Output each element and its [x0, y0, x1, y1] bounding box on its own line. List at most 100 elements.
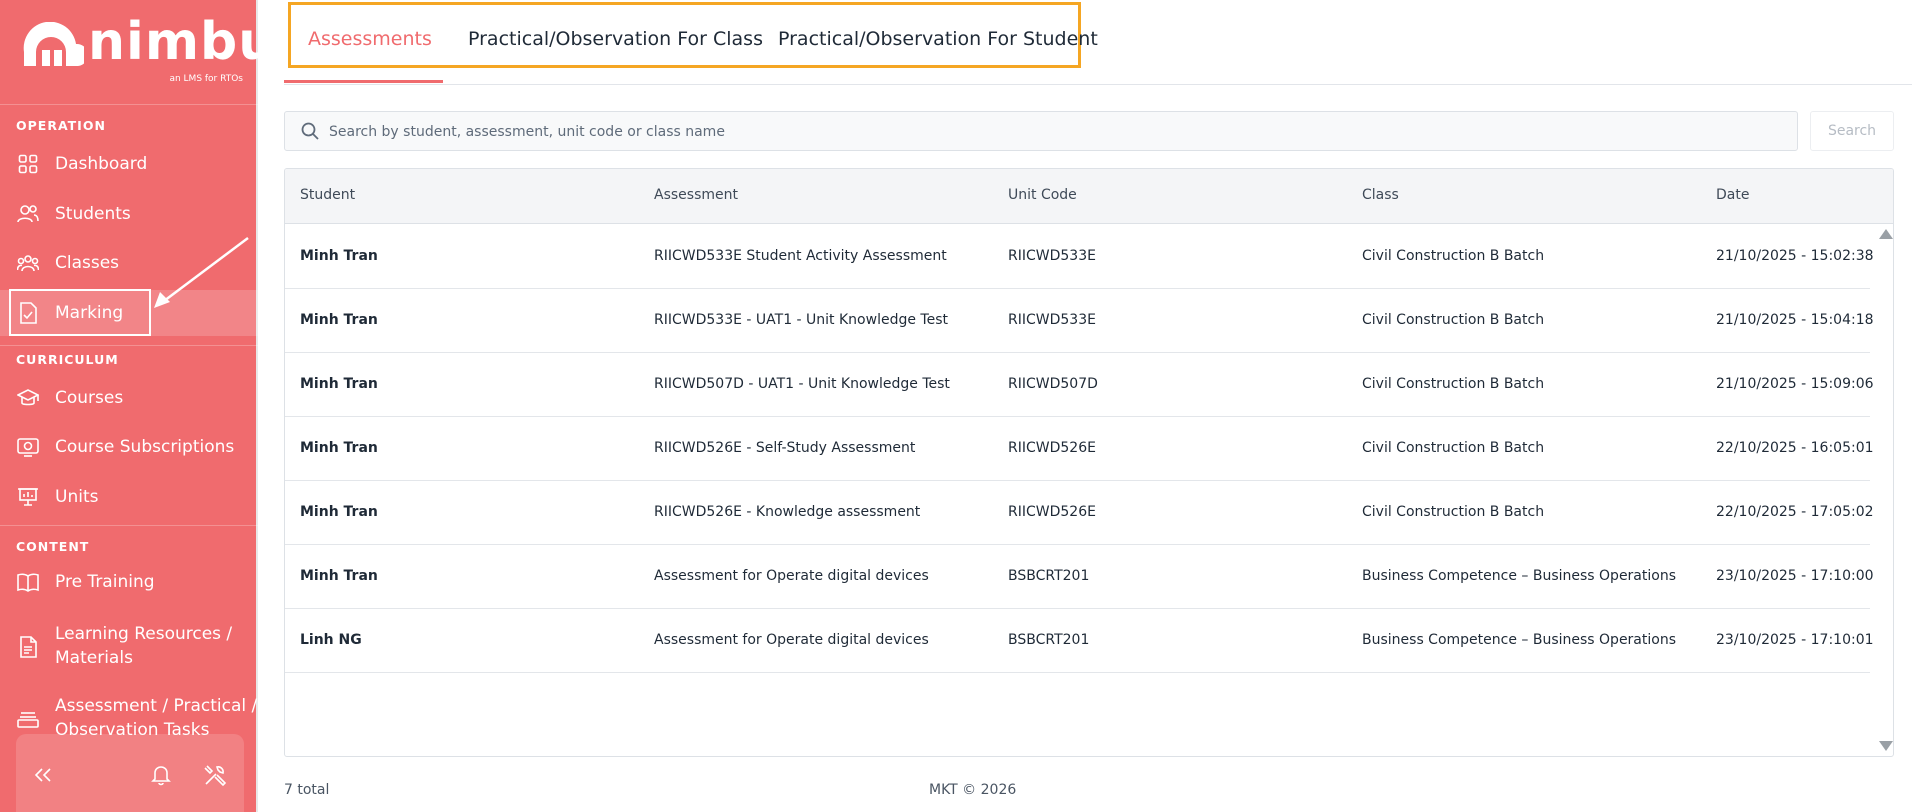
- cell-assessment: RIICWD526E - Knowledge assessment: [654, 504, 921, 520]
- users-icon: [17, 203, 39, 225]
- sidebar-item-dashboard[interactable]: Dashboard: [0, 141, 258, 187]
- cell-date: 21/10/2025 - 15:09:06: [1716, 376, 1874, 392]
- sidebar-item-label: Courses: [55, 388, 124, 408]
- cell-unit-code: RIICWD533E: [1008, 312, 1096, 328]
- table-row[interactable]: Minh Tran RIICWD533E - UAT1 - Unit Knowl…: [285, 289, 1874, 353]
- sidebar-item-label: Course Subscriptions: [55, 437, 235, 457]
- tab-assessments[interactable]: Assessments: [308, 28, 432, 50]
- sidebar-bottom-bar: [16, 734, 244, 812]
- main-content: Assessments Practical/Observation For Cl…: [260, 0, 1912, 812]
- grid-icon: [17, 153, 39, 175]
- cell-student: Linh NG: [300, 632, 362, 648]
- sidebar-item-pre-training[interactable]: Pre Training: [0, 559, 258, 605]
- scroll-down-arrow-icon[interactable]: [1879, 741, 1893, 751]
- cell-class: Civil Construction B Batch: [1362, 504, 1545, 520]
- collapse-icon[interactable]: [30, 762, 56, 788]
- brand-name: nimbu: [88, 12, 277, 72]
- sidebar-item-course-subscriptions[interactable]: Course Subscriptions: [0, 424, 258, 470]
- cell-class: Civil Construction B Batch: [1362, 376, 1545, 392]
- nimbu-logo[interactable]: nimbu an LMS for RTOs: [18, 12, 275, 84]
- sidebar-item-label-line2: Materials: [55, 648, 133, 668]
- divider: [0, 525, 258, 526]
- cell-date: 21/10/2025 - 15:02:38: [1716, 248, 1874, 264]
- divider: [0, 345, 258, 346]
- search-button[interactable]: Search: [1810, 111, 1894, 151]
- cell-student: Minh Tran: [300, 376, 378, 392]
- copyright-footer: MKT © 2026: [929, 782, 1017, 798]
- cell-date: 21/10/2025 - 15:04:18: [1716, 312, 1874, 328]
- section-title-operation: OPERATION: [16, 118, 106, 133]
- table-row[interactable]: Minh Tran Assessment for Operate digital…: [285, 545, 1874, 609]
- column-header-unit-code[interactable]: Unit Code: [1008, 187, 1077, 203]
- scroll-up-arrow-icon[interactable]: [1879, 229, 1893, 239]
- cell-assessment: Assessment for Operate digital devices: [654, 632, 929, 648]
- presentation-icon: [17, 486, 39, 508]
- cell-class: Civil Construction B Batch: [1362, 312, 1545, 328]
- sidebar-item-students[interactable]: Students: [0, 191, 258, 237]
- tools-icon[interactable]: [202, 762, 228, 788]
- table-row[interactable]: Minh Tran RIICWD526E - Knowledge assessm…: [285, 481, 1874, 545]
- cell-student: Minh Tran: [300, 568, 378, 584]
- pointer-arrow-icon: [154, 237, 249, 308]
- cell-assessment: RIICWD533E - UAT1 - Unit Knowledge Test: [654, 312, 948, 328]
- table-row[interactable]: Minh Tran RIICWD533E Student Activity As…: [285, 225, 1874, 289]
- marking-highlight-box: [9, 289, 151, 336]
- cell-unit-code: RIICWD507D: [1008, 376, 1098, 392]
- document-icon: [17, 636, 39, 658]
- column-header-class[interactable]: Class: [1362, 187, 1399, 203]
- cell-student: Minh Tran: [300, 504, 378, 520]
- tab-practical-observation-student[interactable]: Practical/Observation For Student: [778, 28, 1098, 50]
- cell-unit-code: RIICWD526E: [1008, 504, 1096, 520]
- cell-class: Civil Construction B Batch: [1362, 248, 1545, 264]
- cell-unit-code: BSBCRT201: [1008, 568, 1090, 584]
- cell-assessment: RIICWD533E Student Activity Assessment: [654, 248, 947, 264]
- table-row[interactable]: Linh NG Assessment for Operate digital d…: [285, 609, 1874, 673]
- bell-icon[interactable]: [148, 762, 174, 788]
- sidebar-item-units[interactable]: Units: [0, 474, 258, 520]
- cell-date: 22/10/2025 - 16:05:01: [1716, 440, 1874, 456]
- total-count: 7 total: [284, 782, 330, 798]
- cell-assessment: RIICWD507D - UAT1 - Unit Knowledge Test: [654, 376, 950, 392]
- tab-practical-observation-class[interactable]: Practical/Observation For Class: [468, 28, 763, 50]
- book-icon: [17, 571, 39, 593]
- cell-class: Civil Construction B Batch: [1362, 440, 1545, 456]
- search-box: [284, 111, 1798, 151]
- column-header-assessment[interactable]: Assessment: [654, 187, 738, 203]
- cell-class: Business Competence – Business Operation…: [1362, 568, 1677, 584]
- sidebar-item-learning-resources[interactable]: Learning Resources / Materials: [0, 620, 258, 674]
- divider: [0, 104, 258, 105]
- cell-unit-code: BSBCRT201: [1008, 632, 1090, 648]
- subscription-icon: [17, 436, 39, 458]
- search-input[interactable]: [329, 120, 1779, 144]
- cell-date: 23/10/2025 - 17:10:00: [1716, 568, 1874, 584]
- cloud-logo-icon: [23, 22, 84, 66]
- cell-unit-code: RIICWD526E: [1008, 440, 1096, 456]
- table-header: Student Assessment Unit Code Class Date: [285, 169, 1893, 224]
- cell-student: Minh Tran: [300, 440, 378, 456]
- column-header-student[interactable]: Student: [300, 187, 355, 203]
- cell-date: 22/10/2025 - 17:05:02: [1716, 504, 1874, 520]
- sidebar-item-label-line1: Assessment / Practical /: [55, 696, 258, 716]
- brand-tagline: an LMS for RTOs: [169, 74, 243, 84]
- group-icon: [17, 252, 39, 274]
- section-title-curriculum: CURRICULUM: [16, 352, 119, 367]
- marking-table: Student Assessment Unit Code Class Date …: [284, 168, 1894, 757]
- sidebar-item-courses[interactable]: Courses: [0, 375, 258, 421]
- table-row[interactable]: Minh Tran RIICWD507D - UAT1 - Unit Knowl…: [285, 353, 1874, 417]
- tabs-divider: [284, 84, 1912, 85]
- sidebar-item-label: Classes: [55, 253, 120, 273]
- cell-date: 23/10/2025 - 17:10:01: [1716, 632, 1874, 648]
- cell-assessment: RIICWD526E - Self-Study Assessment: [654, 440, 916, 456]
- cell-class: Business Competence – Business Operation…: [1362, 632, 1677, 648]
- sidebar-item-label: Dashboard: [55, 154, 148, 174]
- tray-icon: [17, 708, 39, 730]
- cell-unit-code: RIICWD533E: [1008, 248, 1096, 264]
- sidebar-item-label: Students: [55, 204, 131, 224]
- column-header-date[interactable]: Date: [1716, 187, 1749, 203]
- sidebar-item-label: Pre Training: [55, 572, 155, 592]
- cell-assessment: Assessment for Operate digital devices: [654, 568, 929, 584]
- table-row[interactable]: Minh Tran RIICWD526E - Self-Study Assess…: [285, 417, 1874, 481]
- sidebar: nimbu an LMS for RTOs OPERATION Dashboar…: [0, 0, 275, 812]
- section-title-content: CONTENT: [16, 539, 90, 554]
- graduation-cap-icon: [17, 387, 39, 409]
